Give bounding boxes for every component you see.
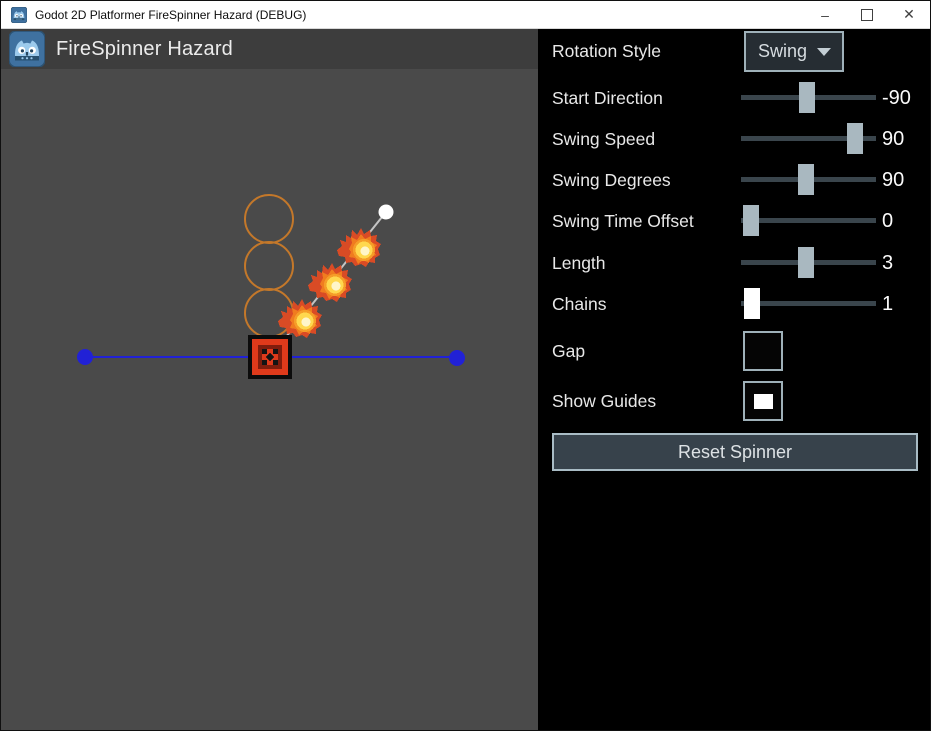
swing-degrees-slider[interactable]: [741, 177, 876, 182]
swing-time-offset-value: 0: [882, 201, 893, 241]
flame-sprite-3: [337, 228, 381, 267]
godot-logo-icon: [9, 31, 45, 67]
start-direction-slider[interactable]: [741, 95, 876, 100]
length-row: Length 3: [538, 243, 931, 283]
control-panel: Rotation Style Swing Start Direction -90…: [538, 29, 931, 731]
swing-time-offset-row: Swing Time Offset 0: [538, 201, 931, 241]
maximize-button[interactable]: [846, 1, 888, 28]
spinner-hub: [248, 335, 292, 379]
swing-speed-slider[interactable]: [741, 136, 876, 141]
show-guides-label: Show Guides: [552, 381, 656, 421]
reset-spinner-button[interactable]: Reset Spinner: [552, 433, 918, 471]
swing-speed-label: Swing Speed: [552, 119, 655, 159]
length-label: Length: [552, 243, 606, 283]
game-title: FireSpinner Hazard: [56, 38, 233, 61]
swing-degrees-value: 90: [882, 160, 904, 200]
minimize-button[interactable]: –: [804, 1, 846, 28]
swing-speed-row: Swing Speed 90: [538, 119, 931, 159]
game-header: FireSpinner Hazard: [1, 29, 538, 69]
flame-sprite-2: [308, 263, 352, 302]
show-guides-checkbox[interactable]: [743, 381, 783, 421]
slider-grabber[interactable]: [798, 164, 814, 195]
maximize-icon: [861, 9, 873, 21]
app-window: Godot 2D Platformer FireSpinner Hazard (…: [0, 0, 931, 731]
slider-grabber[interactable]: [744, 288, 760, 319]
window-titlebar: Godot 2D Platformer FireSpinner Hazard (…: [1, 1, 930, 29]
rotation-style-value: Swing: [758, 41, 807, 62]
spinner-scene: [1, 69, 538, 731]
chains-label: Chains: [552, 284, 606, 324]
swing-time-offset-label: Swing Time Offset: [552, 201, 694, 241]
window-controls: – ✕: [804, 1, 930, 28]
chains-value: 1: [882, 284, 893, 324]
rotation-style-label: Rotation Style: [552, 31, 661, 72]
rotation-style-dropdown[interactable]: Swing: [744, 31, 844, 72]
checkmark-icon: [754, 394, 773, 409]
swing-degrees-row: Swing Degrees 90: [538, 160, 931, 200]
close-icon: ✕: [903, 6, 915, 23]
minimize-icon: –: [821, 7, 829, 23]
swing-speed-value: 90: [882, 119, 904, 159]
show-guides-row: Show Guides: [538, 381, 931, 421]
start-direction-label: Start Direction: [552, 78, 663, 118]
chevron-down-icon: [817, 48, 831, 56]
swing-time-offset-slider[interactable]: [741, 218, 876, 223]
game-viewport: FireSpinner Hazard: [1, 29, 538, 731]
rotation-style-row: Rotation Style Swing: [538, 31, 931, 72]
slider-grabber[interactable]: [847, 123, 863, 154]
slider-grabber[interactable]: [799, 82, 815, 113]
start-direction-row: Start Direction -90: [538, 78, 931, 118]
gap-row: Gap: [538, 331, 931, 371]
window-title: Godot 2D Platformer FireSpinner Hazard (…: [35, 8, 306, 22]
gap-checkbox[interactable]: [743, 331, 783, 371]
slider-grabber[interactable]: [743, 205, 759, 236]
start-direction-value: -90: [882, 78, 911, 118]
chains-slider[interactable]: [741, 301, 876, 306]
swing-degrees-label: Swing Degrees: [552, 160, 671, 200]
close-button[interactable]: ✕: [888, 1, 930, 28]
godot-app-icon: [11, 7, 27, 23]
chains-row: Chains 1: [538, 284, 931, 324]
slider-grabber[interactable]: [798, 247, 814, 278]
length-value: 3: [882, 243, 893, 283]
gap-label: Gap: [552, 331, 585, 371]
length-slider[interactable]: [741, 260, 876, 265]
